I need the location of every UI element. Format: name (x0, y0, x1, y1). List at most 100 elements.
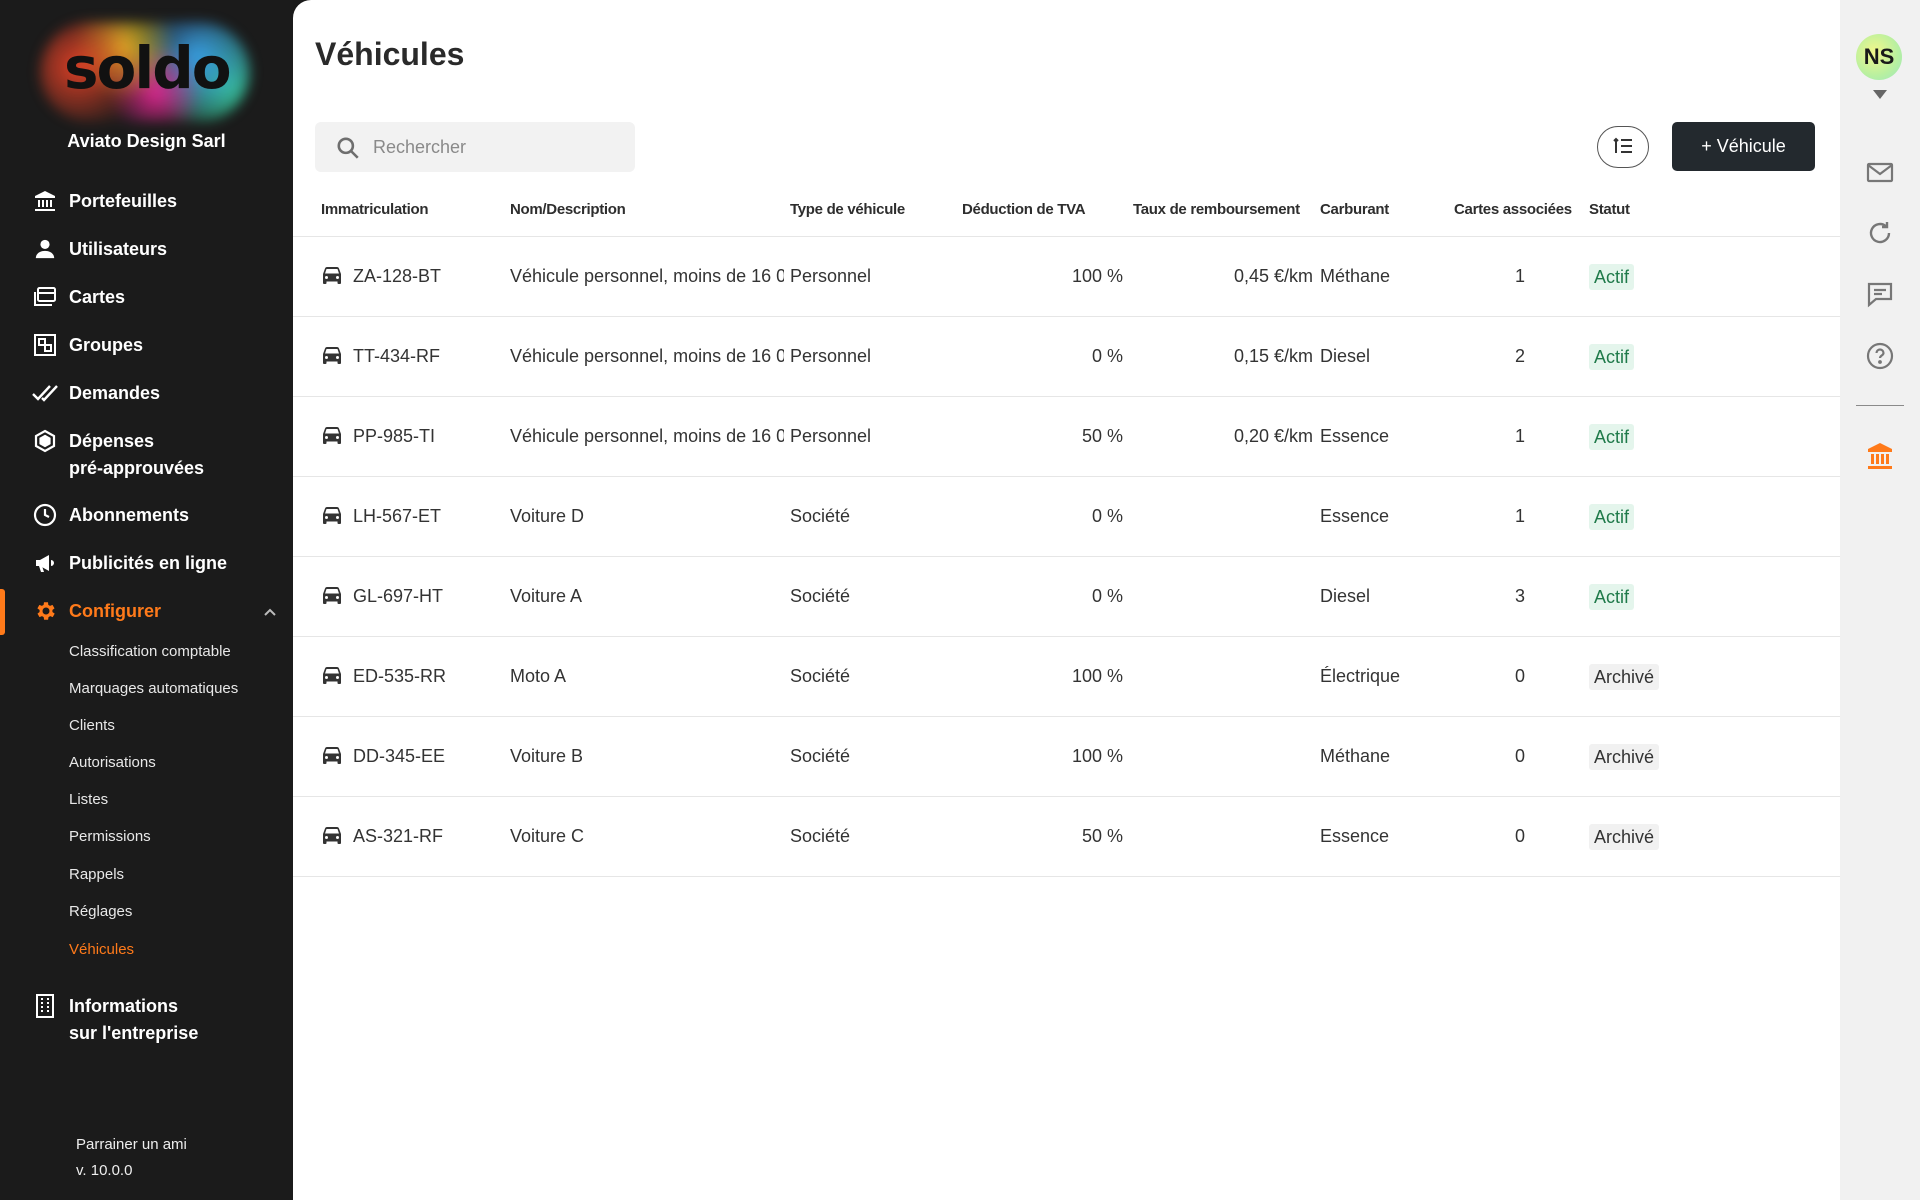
cell-cards: 0 (1514, 746, 1525, 766)
cell-fuel: Essence (1320, 426, 1390, 446)
soldo-logo[interactable]: soldo (40, 22, 250, 122)
rail-divider (1856, 405, 1904, 406)
logo-text: soldo (64, 34, 232, 102)
table-row[interactable]: ED-535-RR Moto A Société 100 % Électrique 0 Ar… (293, 637, 1840, 717)
sidebar-item-label: Demandes (69, 383, 161, 403)
column-header-statut[interactable]: Statut (1589, 201, 1630, 218)
cell-vat: 100 % (1071, 746, 1123, 766)
table-row[interactable]: LH-567-ET Voiture D Société 0 % Essence 1 Acti… (293, 477, 1840, 557)
cell-type: Société (790, 826, 851, 846)
cell-rate: 0,15 €/km (1233, 346, 1313, 366)
avatar[interactable]: NS (1856, 34, 1902, 80)
cell-type: Société (790, 666, 851, 686)
table-row[interactable]: DD-345-EE Voiture B Société 100 % Méthane 0 Ar… (293, 717, 1840, 797)
car-icon (321, 425, 343, 447)
help-icon[interactable] (1865, 341, 1895, 371)
car-icon (321, 745, 343, 767)
cell-name: Voiture C (510, 826, 585, 846)
subnav-autorisations[interactable]: Autorisations (69, 754, 156, 771)
caret-down-icon[interactable] (1873, 86, 1887, 104)
label-line-1: Dépenses (69, 431, 155, 451)
car-icon (321, 345, 343, 367)
megaphone-icon (32, 550, 58, 576)
mail-icon[interactable] (1865, 157, 1895, 187)
subnav-classification-comptable[interactable]: Classification comptable (69, 643, 231, 660)
cell-type: Personnel (790, 266, 872, 286)
table-row[interactable]: TT-434-RF Véhicule personnel, moins de 16… (293, 317, 1840, 397)
cell-type: Société (790, 506, 851, 526)
company-name: Aviato Design Sarl (67, 131, 226, 151)
table-row[interactable]: PP-985-TI Véhicule personnel, moins de 16… (293, 397, 1840, 477)
search-input[interactable] (373, 122, 623, 172)
cell-plate: TT-434-RF (353, 346, 441, 366)
cell-plate: AS-321-RF (353, 826, 444, 846)
cell-fuel: Essence (1320, 826, 1390, 846)
chevron-up-icon[interactable] (262, 604, 278, 620)
subnav-permissions[interactable]: Permissions (69, 828, 151, 845)
bank-wallet-icon (32, 188, 58, 214)
cards-icon (32, 284, 58, 310)
cell-fuel: Diesel (1320, 586, 1371, 606)
table-row[interactable]: ZA-128-BT Véhicule personnel, moins de 16… (293, 237, 1840, 317)
groups-icon (32, 332, 58, 358)
column-header-cartes-associees[interactable]: Cartes associées (1454, 201, 1572, 218)
cell-name: Moto A (510, 666, 567, 686)
cell-name: Véhicule personnel, moins de 16 000 km (510, 266, 784, 286)
sidebar-item-label: Informations sur l'entreprise (69, 993, 198, 1047)
subnav-clients[interactable]: Clients (69, 717, 115, 734)
status-badge: Actif (1589, 344, 1635, 370)
cell-fuel: Méthane (1320, 266, 1391, 286)
referral-link[interactable]: Parrainer un ami (76, 1136, 187, 1153)
cell-rate: 0,45 €/km (1233, 266, 1313, 286)
chat-icon[interactable] (1865, 279, 1895, 309)
status-badge: Actif (1589, 424, 1635, 450)
label-line-2: pré-approuvées (69, 458, 205, 478)
column-header-carburant[interactable]: Carburant (1320, 201, 1389, 218)
cell-type: Personnel (790, 346, 872, 366)
bank-icon[interactable] (1865, 441, 1895, 471)
user-icon (32, 236, 58, 262)
status-badge: Actif (1589, 504, 1635, 530)
cell-rate: 0,20 €/km (1233, 426, 1313, 446)
cell-type: Société (790, 746, 851, 766)
cell-fuel: Diesel (1320, 346, 1371, 366)
column-header-nom-description[interactable]: Nom/Description (510, 201, 626, 218)
subnav-listes[interactable]: Listes (69, 791, 108, 808)
status-badge: Actif (1589, 264, 1635, 290)
cell-name: Voiture D (510, 506, 585, 526)
cell-cards: 1 (1514, 506, 1525, 526)
cell-plate: ZA-128-BT (353, 266, 442, 286)
sidebar: soldo Aviato Design Sarl Portefeuilles U… (0, 0, 293, 1200)
cell-fuel: Électrique (1320, 666, 1401, 686)
subnav-rappels[interactable]: Rappels (69, 866, 124, 883)
cell-plate: LH-567-ET (353, 506, 442, 526)
column-header-deduction-tva[interactable]: Déduction de TVA (962, 201, 1086, 218)
cell-rate (1133, 637, 1313, 716)
subnav-marquages-automatiques[interactable]: Marquages automatiques (69, 680, 238, 697)
car-icon (321, 665, 343, 687)
car-icon (321, 825, 343, 847)
cell-vat: 0 % (1091, 346, 1123, 366)
column-header-immatriculation[interactable]: Immatriculation (321, 201, 428, 218)
sort-list-button[interactable] (1597, 126, 1649, 168)
subnav-vehicules[interactable]: Véhicules (69, 941, 134, 958)
status-badge: Actif (1589, 584, 1635, 610)
cell-rate (1133, 717, 1313, 796)
cell-vat: 50 % (1081, 426, 1123, 446)
cell-rate (1133, 797, 1313, 876)
cell-cards: 0 (1514, 666, 1525, 686)
sidebar-item-label: Utilisateurs (69, 239, 168, 259)
status-badge: Archivé (1589, 824, 1660, 850)
cell-type: Personnel (790, 426, 872, 446)
cell-cards: 2 (1514, 346, 1525, 366)
right-rail: NS (1840, 0, 1920, 1200)
table-row[interactable]: GL-697-HT Voiture A Société 0 % Diesel 3 Actif (293, 557, 1840, 637)
column-header-type[interactable]: Type de véhicule (790, 201, 905, 218)
add-vehicle-button[interactable]: + Véhicule (1672, 122, 1815, 171)
table-row[interactable]: AS-321-RF Voiture C Société 50 % Essence 0 Arc… (293, 797, 1840, 877)
search-box (315, 122, 635, 172)
subnav-reglages[interactable]: Réglages (69, 903, 132, 920)
cell-fuel: Méthane (1320, 746, 1391, 766)
column-header-taux-remboursement[interactable]: Taux de remboursement (1133, 201, 1300, 218)
refresh-icon[interactable] (1865, 218, 1895, 248)
